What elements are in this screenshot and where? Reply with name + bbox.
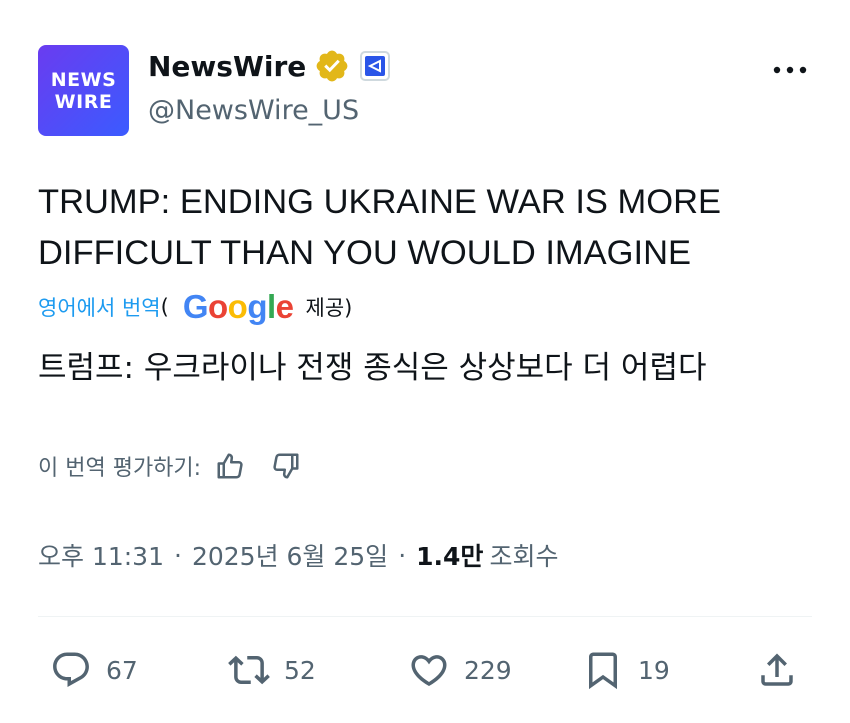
share-icon [761, 653, 793, 686]
handle[interactable]: @NewsWire_US [148, 95, 359, 126]
translated-text: 트럼프: 우크라이나 전쟁 종식은 상상보다 더 어렵다 [38, 350, 707, 386]
tweet-meta: 오후 11:31 · 2025년 6월 25일 · 1.4만 조회수 [38, 537, 558, 573]
name-row: NewsWire [148, 48, 391, 84]
google-logo: Google [182, 288, 294, 325]
paren-open: ( [160, 295, 169, 319]
thumbs-up-icon[interactable] [215, 451, 245, 481]
reply-count: 67 [106, 655, 138, 685]
like-button[interactable]: 229 [408, 648, 512, 692]
avatar-text-line1: NEWS [50, 68, 117, 91]
reply-button[interactable]: 67 [50, 648, 138, 692]
translated-from-link[interactable]: 영어에서 번역 [38, 292, 161, 322]
display-name[interactable]: NewsWire [148, 50, 306, 83]
tweet-time[interactable]: 오후 11:31 [38, 537, 164, 573]
like-count: 229 [464, 655, 512, 685]
meta-separator: · [398, 540, 407, 570]
provided-by-label: 제공) [305, 296, 353, 320]
avatar-text-line2: WIRE [54, 90, 113, 113]
affiliate-badge-icon[interactable] [360, 51, 391, 81]
share-button[interactable] [756, 648, 798, 692]
tweet-text: TRUMP: ENDING UKRAINE WAR IS MORE DIFFIC… [38, 183, 722, 272]
views-label: 조회수 [489, 542, 559, 571]
thumbs-down-icon[interactable] [271, 451, 301, 481]
translation-attribution: 영어에서 번역 ( Google 제공) [38, 288, 352, 326]
like-icon [411, 655, 447, 687]
repost-count: 52 [284, 655, 316, 685]
rate-translation-label: 이 번역 평가하기: [38, 456, 202, 481]
bookmark-button[interactable]: 19 [582, 648, 670, 692]
divider [38, 616, 812, 617]
verified-gold-icon[interactable] [314, 48, 350, 84]
repost-button[interactable]: 52 [228, 648, 316, 692]
bookmark-count: 19 [638, 655, 670, 685]
more-icon[interactable] [770, 55, 810, 85]
bookmark-icon [589, 652, 617, 690]
views-count: 1.4만 [416, 542, 484, 571]
tweet-date[interactable]: 2025년 6월 25일 [192, 537, 388, 573]
meta-separator: · [174, 540, 182, 570]
action-bar: 67 52 229 19 [50, 648, 810, 692]
reply-icon [53, 652, 89, 687]
avatar[interactable]: NEWS WIRE [38, 45, 129, 136]
repost-icon [228, 655, 270, 685]
rate-translation-row: 이 번역 평가하기: [38, 450, 301, 482]
